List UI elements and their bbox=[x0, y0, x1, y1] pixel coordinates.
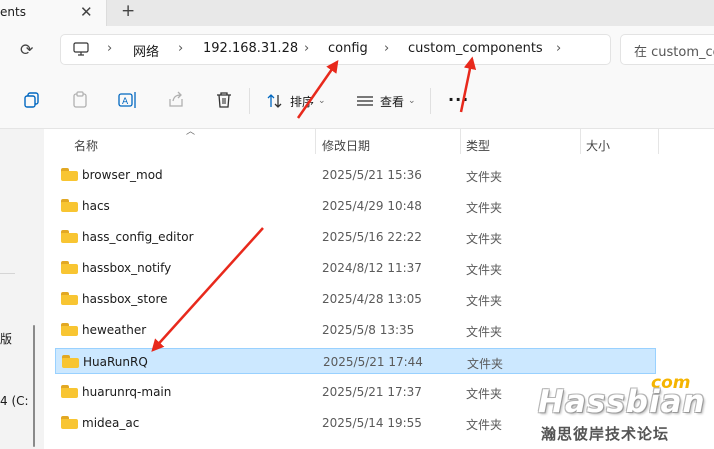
modified-date: 2025/4/28 13:05 bbox=[322, 292, 422, 306]
modified-date: 2025/5/8 13:35 bbox=[322, 323, 415, 337]
sort-ascending-icon: ︿ bbox=[186, 127, 196, 137]
modified-date: 2025/5/21 17:44 bbox=[323, 355, 423, 369]
modified-date: 2025/5/21 17:37 bbox=[322, 385, 422, 399]
file-type: 文件夹 bbox=[466, 201, 503, 215]
toolbar-separator bbox=[249, 88, 250, 114]
file-name[interactable]: hacs bbox=[82, 199, 110, 213]
close-tab-icon[interactable]: ✕ bbox=[80, 3, 93, 21]
column-header-date[interactable]: 修改日期 bbox=[322, 137, 370, 154]
modified-date: 2024/8/12 11:37 bbox=[322, 261, 422, 275]
tab-title[interactable]: ents bbox=[0, 5, 26, 19]
table-row[interactable]: hass_config_editor 2025/5/16 22:22 文件夹 bbox=[55, 224, 656, 250]
chevron-down-icon[interactable]: ⌄ bbox=[408, 96, 416, 106]
file-name[interactable]: midea_ac bbox=[82, 416, 139, 430]
folder-icon bbox=[61, 261, 78, 274]
chevron-right-icon[interactable]: › bbox=[556, 41, 561, 56]
nav-item-label[interactable]: 版 bbox=[0, 330, 12, 347]
file-name[interactable]: heweather bbox=[82, 323, 146, 337]
more-options-icon[interactable]: ··· bbox=[448, 90, 469, 109]
column-divider[interactable] bbox=[658, 129, 659, 154]
breadcrumb-host[interactable]: 192.168.31.28 bbox=[203, 41, 298, 56]
file-name[interactable]: HuaRunRQ bbox=[83, 355, 148, 369]
nav-scrollbar[interactable] bbox=[33, 325, 35, 447]
file-type: 文件夹 bbox=[466, 263, 503, 277]
file-type: 文件夹 bbox=[466, 387, 503, 401]
folder-icon bbox=[61, 292, 78, 305]
nav-divider bbox=[0, 273, 15, 274]
folder-icon bbox=[61, 199, 78, 212]
breadcrumb-config[interactable]: config bbox=[328, 41, 368, 56]
column-divider[interactable] bbox=[315, 129, 316, 154]
file-name[interactable]: browser_mod bbox=[82, 168, 163, 182]
view-button[interactable]: 查看 bbox=[380, 93, 404, 110]
table-row[interactable]: browser_mod 2025/5/21 15:36 文件夹 bbox=[55, 162, 656, 188]
toolbar-separator bbox=[430, 88, 431, 114]
file-type: 文件夹 bbox=[467, 357, 504, 371]
modified-date: 2025/5/16 22:22 bbox=[322, 230, 422, 244]
refresh-icon[interactable]: ⟳ bbox=[20, 40, 33, 59]
file-name[interactable]: huarunrq-main bbox=[82, 385, 171, 399]
modified-date: 2025/5/14 19:55 bbox=[322, 416, 422, 430]
chevron-right-icon[interactable]: › bbox=[178, 41, 183, 56]
file-name[interactable]: hassbox_notify bbox=[82, 261, 171, 275]
paste-icon[interactable] bbox=[71, 91, 89, 109]
rename-icon[interactable]: A bbox=[118, 91, 138, 109]
folder-icon bbox=[61, 168, 78, 181]
new-tab-icon[interactable]: + bbox=[121, 1, 135, 21]
table-row[interactable]: hacs 2025/4/29 10:48 文件夹 bbox=[55, 193, 656, 219]
table-row[interactable]: HuaRunRQ 2025/5/21 17:44 文件夹 bbox=[55, 348, 656, 374]
chevron-right-icon[interactable]: › bbox=[107, 41, 112, 56]
chevron-right-icon[interactable]: › bbox=[304, 41, 309, 56]
folder-icon bbox=[62, 355, 79, 368]
copy-icon[interactable] bbox=[23, 91, 41, 109]
file-type: 文件夹 bbox=[466, 418, 503, 432]
folder-icon bbox=[61, 323, 78, 336]
file-type: 文件夹 bbox=[466, 294, 503, 308]
computer-icon[interactable] bbox=[73, 42, 89, 57]
chevron-right-icon[interactable]: › bbox=[384, 41, 389, 56]
file-type: 文件夹 bbox=[466, 325, 503, 339]
breadcrumb-network[interactable]: 网络 bbox=[133, 41, 159, 60]
sort-icon[interactable] bbox=[266, 93, 284, 109]
view-icon[interactable] bbox=[356, 95, 374, 107]
column-divider[interactable] bbox=[460, 129, 461, 154]
nav-item-drive[interactable]: 4 (C: bbox=[0, 394, 29, 408]
breadcrumb-custom-components[interactable]: custom_components bbox=[408, 41, 543, 56]
search-placeholder: 在 custom_co bbox=[634, 45, 714, 60]
column-header-type[interactable]: 类型 bbox=[466, 137, 490, 154]
column-header-name[interactable]: 名称 bbox=[74, 137, 98, 154]
chevron-down-icon[interactable]: ⌄ bbox=[318, 96, 326, 106]
table-row[interactable]: heweather 2025/5/8 13:35 文件夹 bbox=[55, 317, 656, 343]
folder-icon bbox=[61, 230, 78, 243]
table-row[interactable]: hassbox_notify 2024/8/12 11:37 文件夹 bbox=[55, 255, 656, 281]
file-type: 文件夹 bbox=[466, 232, 503, 246]
modified-date: 2025/4/29 10:48 bbox=[322, 199, 422, 213]
file-name[interactable]: hassbox_store bbox=[82, 292, 168, 306]
file-name[interactable]: hass_config_editor bbox=[82, 230, 194, 244]
tab-strip bbox=[0, 0, 714, 26]
folder-icon bbox=[61, 416, 78, 429]
delete-icon[interactable] bbox=[215, 91, 233, 109]
svg-text:A: A bbox=[122, 97, 129, 107]
table-row[interactable]: hassbox_store 2025/4/28 13:05 文件夹 bbox=[55, 286, 656, 312]
modified-date: 2025/5/21 15:36 bbox=[322, 168, 422, 182]
watermark-logo: Hassbian bbox=[538, 384, 706, 420]
sort-button[interactable]: 排序 bbox=[290, 93, 314, 110]
folder-icon bbox=[61, 385, 78, 398]
file-type: 文件夹 bbox=[466, 170, 503, 184]
watermark-subtitle: 瀚思彼岸技术论坛 bbox=[541, 425, 670, 443]
column-divider[interactable] bbox=[580, 129, 581, 154]
column-header-size[interactable]: 大小 bbox=[586, 137, 610, 154]
share-icon[interactable] bbox=[167, 91, 185, 109]
